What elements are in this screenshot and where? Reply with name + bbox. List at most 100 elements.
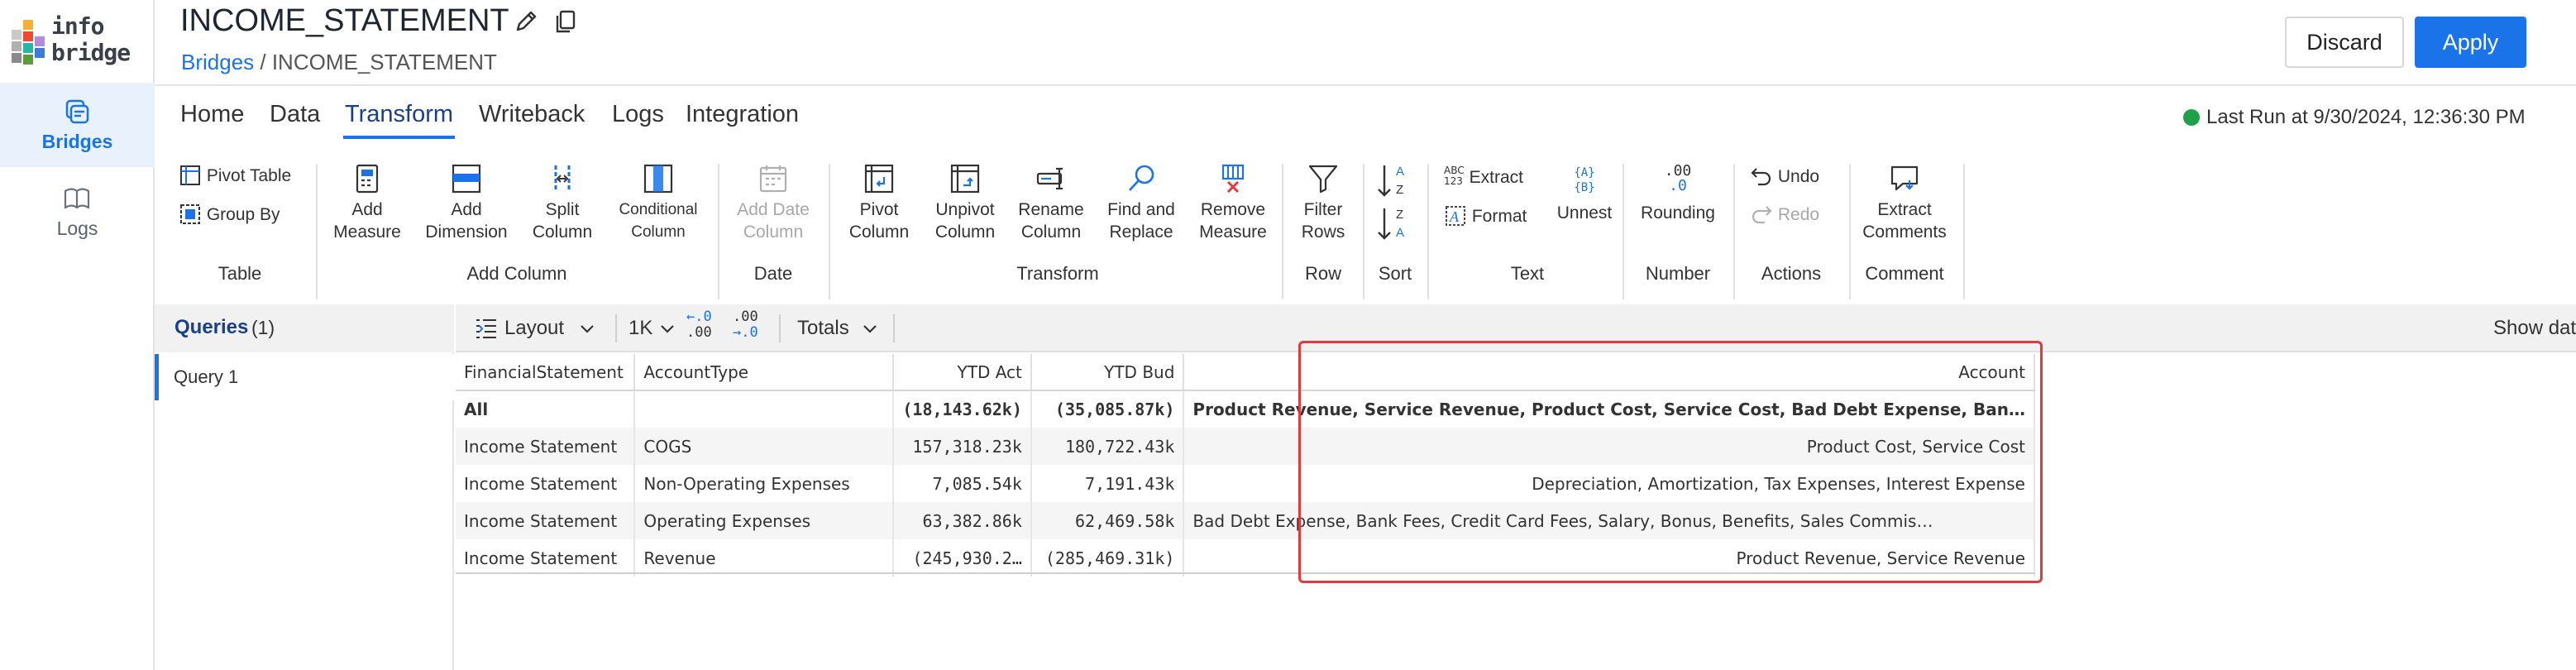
breadcrumb: Bridges / INCOME_STATEMENT [181, 50, 497, 75]
nav-label-logs: Logs [56, 218, 98, 239]
table-cell[interactable]: COGS [634, 428, 895, 465]
decrease-decimals-button[interactable]: ←.0 .00 [686, 309, 712, 341]
show-data-button[interactable]: Show dat [2493, 317, 2576, 340]
extract-comments-button[interactable]: Extract Comments [1857, 162, 1952, 243]
table-row[interactable]: Income Statement Revenue (245,930.2… (28… [456, 539, 2035, 577]
conditional-column-button[interactable]: Conditional Column [609, 162, 708, 243]
format-button[interactable]: A Format [1444, 204, 1527, 227]
table-cell[interactable]: (245,930.2… [893, 539, 1032, 577]
discard-button[interactable]: Discard [2285, 17, 2404, 68]
table-cell[interactable]: 62,469.58k [1030, 502, 1185, 539]
table-cell[interactable]: Income Statement [456, 428, 636, 465]
conditional-column-icon [643, 164, 673, 194]
format-icon: A [1446, 206, 1465, 226]
add-date-column-button[interactable]: Add Date Column [728, 162, 819, 243]
extract-button[interactable]: ABC 123 Extract [1444, 165, 1523, 188]
table-cell[interactable]: Bad Debt Expense, Bank Fees, Credit Card… [1183, 502, 2035, 539]
filter-rows-label-1: Filter [1303, 200, 1343, 219]
group-label-transform: Transform [1016, 263, 1099, 284]
table-cell[interactable] [634, 390, 895, 428]
table-cell[interactable]: Operating Expenses [634, 502, 895, 539]
table-row-total[interactable]: All (18,143.62k) (35,085.87k) Product Re… [456, 390, 2035, 428]
active-tab-indicator [343, 136, 455, 139]
column-header-financialstatement[interactable]: FinancialStatement [456, 354, 636, 391]
extract-comments-label-2: Comments [1862, 223, 1947, 242]
layout-dropdown[interactable]: Layout [475, 317, 595, 340]
group-label-sort: Sort [1378, 263, 1412, 284]
table-cell[interactable]: (18,143.62k) [893, 390, 1032, 428]
table-row[interactable]: Income Statement COGS 157,318.23k 180,72… [456, 428, 2035, 465]
left-navigation: info bridge Bridges Logs [0, 0, 155, 670]
tab-transform[interactable]: Transform [345, 101, 453, 128]
table-cell[interactable]: (35,085.87k) [1030, 390, 1185, 428]
table-cell[interactable]: Product Cost, Service Cost [1183, 428, 2035, 465]
sort-ascending-button[interactable]: A Z [1374, 162, 1416, 200]
table-cell[interactable]: Revenue [634, 539, 895, 577]
column-header-ytd-act[interactable]: YTD Act [893, 354, 1032, 391]
increase-decimals-button[interactable]: .00 →.0 [733, 309, 758, 341]
remove-measure-button[interactable]: Remove Measure [1194, 162, 1272, 243]
split-column-button[interactable]: Split Column [523, 162, 602, 243]
decrease-decimals-icon-bottom: .00 [686, 324, 712, 341]
table-row[interactable]: Income Statement Non-Operating Expenses … [456, 465, 2035, 502]
table-cell[interactable]: 7,191.43k [1030, 465, 1185, 502]
table-row[interactable]: Income Statement Operating Expenses 63,3… [456, 502, 2035, 539]
add-dimension-button[interactable]: Add Dimension [418, 162, 514, 243]
svg-text:Z: Z [1396, 183, 1403, 197]
group-by-button[interactable]: Group By [179, 203, 280, 226]
tab-home[interactable]: Home [180, 101, 244, 128]
increase-decimals-icon-bottom: →.0 [733, 324, 758, 341]
tab-logs[interactable]: Logs [612, 101, 664, 128]
pivot-column-button[interactable]: Pivot Column [842, 162, 916, 243]
logo-text-line-2: bridge [51, 39, 131, 66]
copy-icon[interactable] [552, 8, 579, 35]
pivot-table-button[interactable]: Pivot Table [179, 164, 291, 187]
unpivot-column-button[interactable]: Unpivot Column [926, 162, 1004, 243]
sort-descending-button[interactable]: Z A [1374, 205, 1416, 243]
rename-column-button[interactable]: Rename Column [1012, 162, 1090, 243]
tab-writeback[interactable]: Writeback [479, 101, 585, 128]
table-cell[interactable]: 180,722.43k [1030, 428, 1185, 465]
column-header-account[interactable]: Account [1183, 354, 2035, 391]
logo-mark [12, 20, 48, 65]
table-cell[interactable]: All [456, 390, 636, 428]
unnest-icon: {A} {B} [1574, 166, 1595, 194]
column-header-accounttype[interactable]: AccountType [634, 354, 895, 391]
data-table: FinancialStatement AccountType YTD Act Y… [456, 354, 2035, 577]
toolbar-separator [893, 314, 895, 342]
tab-integration[interactable]: Integration [686, 101, 799, 128]
totals-dropdown[interactable]: Totals [797, 317, 877, 340]
table-cell[interactable]: Income Statement [456, 502, 636, 539]
table-cell[interactable]: Product Revenue, Service Revenue, Produc… [1183, 390, 2035, 428]
nav-item-bridges[interactable]: Bridges [0, 83, 155, 167]
table-cell[interactable]: Product Revenue, Service Revenue [1183, 539, 2035, 577]
table-cell[interactable]: 157,318.23k [893, 428, 1032, 465]
nav-item-logs[interactable]: Logs [0, 170, 155, 254]
add-measure-button[interactable]: Add Measure [326, 162, 409, 243]
scale-dropdown[interactable]: 1K [628, 317, 675, 340]
rounding-button[interactable]: .00.0 Rounding [1632, 162, 1723, 224]
toolbar-separator [779, 314, 781, 342]
header-divider [155, 84, 2576, 86]
data-grid: FinancialStatement AccountType YTD Act Y… [456, 354, 2035, 577]
edit-icon[interactable] [513, 8, 539, 35]
query-item-label: Query 1 [174, 366, 239, 387]
filter-rows-button[interactable]: Filter Rows [1290, 162, 1356, 243]
redo-button[interactable]: Redo [1750, 203, 1819, 225]
table-cell[interactable]: Depreciation, Amortization, Tax Expenses… [1183, 465, 2035, 502]
extract-icon: ABC 123 [1444, 165, 1465, 187]
table-cell[interactable]: (285,469.31k) [1030, 539, 1185, 577]
table-cell[interactable]: Non-Operating Expenses [634, 465, 895, 502]
table-cell[interactable]: 63,382.86k [893, 502, 1032, 539]
column-header-ytd-bud[interactable]: YTD Bud [1030, 354, 1185, 391]
table-cell[interactable]: Income Statement [456, 539, 636, 577]
find-and-replace-button[interactable]: Find and Replace [1100, 162, 1183, 243]
tab-data[interactable]: Data [270, 101, 320, 128]
table-cell[interactable]: Income Statement [456, 465, 636, 502]
undo-button[interactable]: Undo [1750, 165, 1819, 187]
add-measure-label-2: Measure [333, 223, 401, 242]
apply-button[interactable]: Apply [2415, 17, 2526, 68]
table-cell[interactable]: 7,085.54k [893, 465, 1032, 502]
unnest-button[interactable]: {A} {B} Unnest [1551, 162, 1618, 224]
breadcrumb-bridges-link[interactable]: Bridges [181, 50, 254, 74]
